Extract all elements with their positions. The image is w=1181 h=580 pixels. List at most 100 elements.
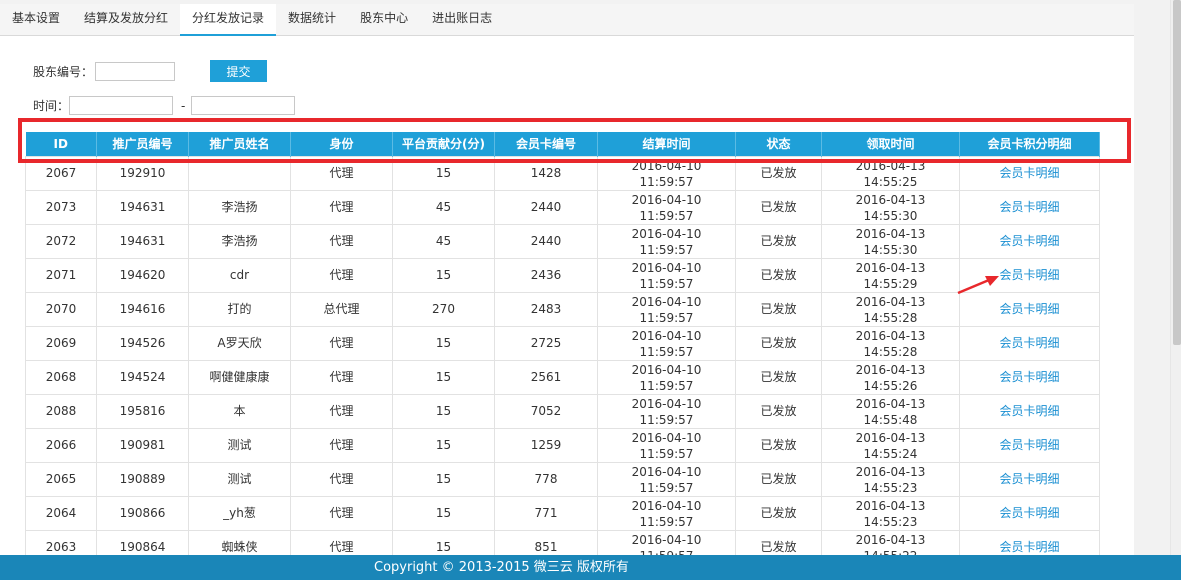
cell-id: 2069 xyxy=(25,325,97,361)
vertical-scrollbar[interactable] xyxy=(1170,0,1181,555)
col-header-card-no: 会员卡编号 xyxy=(494,132,598,156)
cell-settle-time: 2016-04-1011:59:57 xyxy=(597,359,736,395)
table-row: 2071 194620 cdr 代理 15 2436 2016-04-10 11:59:57 已… xyxy=(25,257,1100,293)
cell-role: 代理 xyxy=(290,223,393,259)
tab-shareholder-center[interactable]: 股东中心 xyxy=(348,4,420,35)
cell-card-no: 2440 xyxy=(494,223,598,259)
card-detail-link[interactable]: 会员卡明细 xyxy=(999,472,1059,486)
cell-promoter-no: 195816 xyxy=(96,393,189,429)
cell-points: 15 xyxy=(392,359,495,395)
cell-promoter-no: 194616 xyxy=(96,291,189,327)
cell-settle-time: 2016-04-1011:59:57 xyxy=(597,189,736,225)
submit-button[interactable]: 提交 xyxy=(210,60,267,82)
settle-date: 2016-04-10 xyxy=(631,260,702,275)
time-start-input[interactable] xyxy=(69,96,174,115)
tab-account-log[interactable]: 进出账日志 xyxy=(420,4,504,35)
cell-card-no: 2561 xyxy=(494,359,598,395)
card-detail-link[interactable]: 会员卡明细 xyxy=(999,370,1059,384)
card-detail-link[interactable]: 会员卡明细 xyxy=(999,438,1059,452)
cell-card-no: 2440 xyxy=(494,189,598,225)
cell-claim-time: 2016-04-13 14:55:26 xyxy=(821,359,960,395)
claim-clock: 14:55:48 xyxy=(863,412,918,427)
tab-dividend-records[interactable]: 分红发放记录 xyxy=(180,4,277,36)
card-detail-link[interactable]: 会员卡明细 xyxy=(999,166,1059,180)
cell-card-detail: 会员卡明细 xyxy=(959,495,1100,531)
settle-date: 2016-04-10 xyxy=(631,498,702,513)
cell-id: 2088 xyxy=(25,393,97,429)
cell-points: 15 xyxy=(392,427,495,463)
settle-clock: 11:59:57 xyxy=(639,174,694,189)
settle-clock: 11:59:57 xyxy=(639,480,694,495)
time-label: 时间： xyxy=(33,99,70,113)
settle-clock: 11:59:57 xyxy=(639,276,694,291)
claim-date: 2016-04-13 xyxy=(855,430,926,445)
footer: Copyright © 2013-2015 微三云 版权所有 xyxy=(0,555,1181,580)
card-detail-link[interactable]: 会员卡明细 xyxy=(999,200,1059,214)
cell-id: 2070 xyxy=(25,291,97,327)
cell-status: 已发放 xyxy=(735,223,822,259)
cell-promoter-name: 啊健健康康 xyxy=(188,359,291,395)
settle-clock: 11:59:57 xyxy=(639,310,694,325)
cell-promoter-no: 190889 xyxy=(96,461,189,497)
cell-status: 已发放 xyxy=(735,257,822,293)
settle-date: 2016-04-10 xyxy=(631,464,702,479)
cell-promoter-no: 194620 xyxy=(96,257,189,293)
card-detail-link[interactable]: 会员卡明细 xyxy=(999,268,1059,282)
tab-statistics[interactable]: 数据统计 xyxy=(276,4,348,35)
scrollbar-thumb[interactable] xyxy=(1173,0,1181,345)
cell-claim-time: 2016-04-13 14:55:23 xyxy=(821,461,960,497)
cell-promoter-name: 李浩扬 xyxy=(188,189,291,225)
col-header-id: ID xyxy=(25,132,97,156)
card-detail-link[interactable]: 会员卡明细 xyxy=(999,404,1059,418)
cell-settle-time: 2016-04-1011:59:57 xyxy=(597,155,736,191)
claim-clock: 14:55:24 xyxy=(863,446,918,461)
settle-date: 2016-04-10 xyxy=(631,532,702,547)
cell-promoter-name: 打的 xyxy=(188,291,291,327)
card-detail-link[interactable]: 会员卡明细 xyxy=(999,302,1059,316)
cell-role: 代理 xyxy=(290,325,393,361)
claim-date: 2016-04-13 xyxy=(855,328,926,343)
cell-promoter-name xyxy=(188,155,291,191)
cell-claim-time: 2016-04-13 14:55:30 xyxy=(821,223,960,259)
cell-points: 270 xyxy=(392,291,495,327)
tab-settlement-dividend[interactable]: 结算及发放分红 xyxy=(72,4,180,35)
card-detail-link[interactable]: 会员卡明细 xyxy=(999,540,1059,554)
tab-bar: 基本设置 结算及发放分红 分红发放记录 数据统计 股东中心 进出账日志 xyxy=(0,4,1134,36)
col-header-settle-time: 结算时间 xyxy=(597,132,736,156)
cell-settle-time: 2016-04-1011:59:57 xyxy=(597,393,736,429)
shareholder-filter: 股东编号： xyxy=(33,62,176,81)
cell-promoter-no: 190981 xyxy=(96,427,189,463)
cell-role: 总代理 xyxy=(290,291,393,327)
copyright-text: Copyright © 2013-2015 微三云 版权所有 xyxy=(374,560,629,575)
settle-clock: 11:59:57 xyxy=(639,514,694,529)
settle-date: 2016-04-10 xyxy=(631,294,702,309)
cell-card-no: 2483 xyxy=(494,291,598,327)
shareholder-id-input[interactable] xyxy=(95,62,176,81)
table-row: 2067 192910 代理 15 1428 2016-04-10 11:59:57 已发放 2… xyxy=(25,155,1100,191)
settle-clock: 11:59:57 xyxy=(639,446,694,461)
claim-clock: 14:55:30 xyxy=(863,208,918,223)
card-detail-link[interactable]: 会员卡明细 xyxy=(999,234,1059,248)
card-detail-link[interactable]: 会员卡明细 xyxy=(999,336,1059,350)
claim-clock: 14:55:23 xyxy=(863,480,918,495)
cell-role: 代理 xyxy=(290,495,393,531)
table-row: 2070 194616 打的 总代理 270 2483 2016-04-10 11:59:57… xyxy=(25,291,1100,327)
time-end-input[interactable] xyxy=(191,96,296,115)
tab-basic-settings[interactable]: 基本设置 xyxy=(0,4,72,35)
dividend-records-table: ID 推广员编号 推广员姓名 身份 平台贡献分(分) 会员卡编号 结算时间 状态 领取时间 会员卡… xyxy=(25,132,1100,565)
settle-clock: 11:59:57 xyxy=(639,344,694,359)
table-row: 2069 194526 A罗天欣 代理 15 2725 2016-04-10 11:59:57… xyxy=(25,325,1100,361)
col-header-promoter-no: 推广员编号 xyxy=(96,132,189,156)
cell-id: 2072 xyxy=(25,223,97,259)
cell-card-detail: 会员卡明细 xyxy=(959,461,1100,497)
cell-role: 代理 xyxy=(290,189,393,225)
cell-claim-time: 2016-04-13 14:55:29 xyxy=(821,257,960,293)
card-detail-link[interactable]: 会员卡明细 xyxy=(999,506,1059,520)
cell-role: 代理 xyxy=(290,155,393,191)
claim-date: 2016-04-13 xyxy=(855,158,926,173)
main-panel: 股东编号： 提交 时间： - ID 推广员编号 推广员姓名 身份 平台贡献分(分) 会员卡… xyxy=(0,36,1134,565)
cell-status: 已发放 xyxy=(735,495,822,531)
cell-points: 15 xyxy=(392,461,495,497)
cell-settle-time: 2016-04-1011:59:57 xyxy=(597,461,736,497)
cell-promoter-no: 192910 xyxy=(96,155,189,191)
